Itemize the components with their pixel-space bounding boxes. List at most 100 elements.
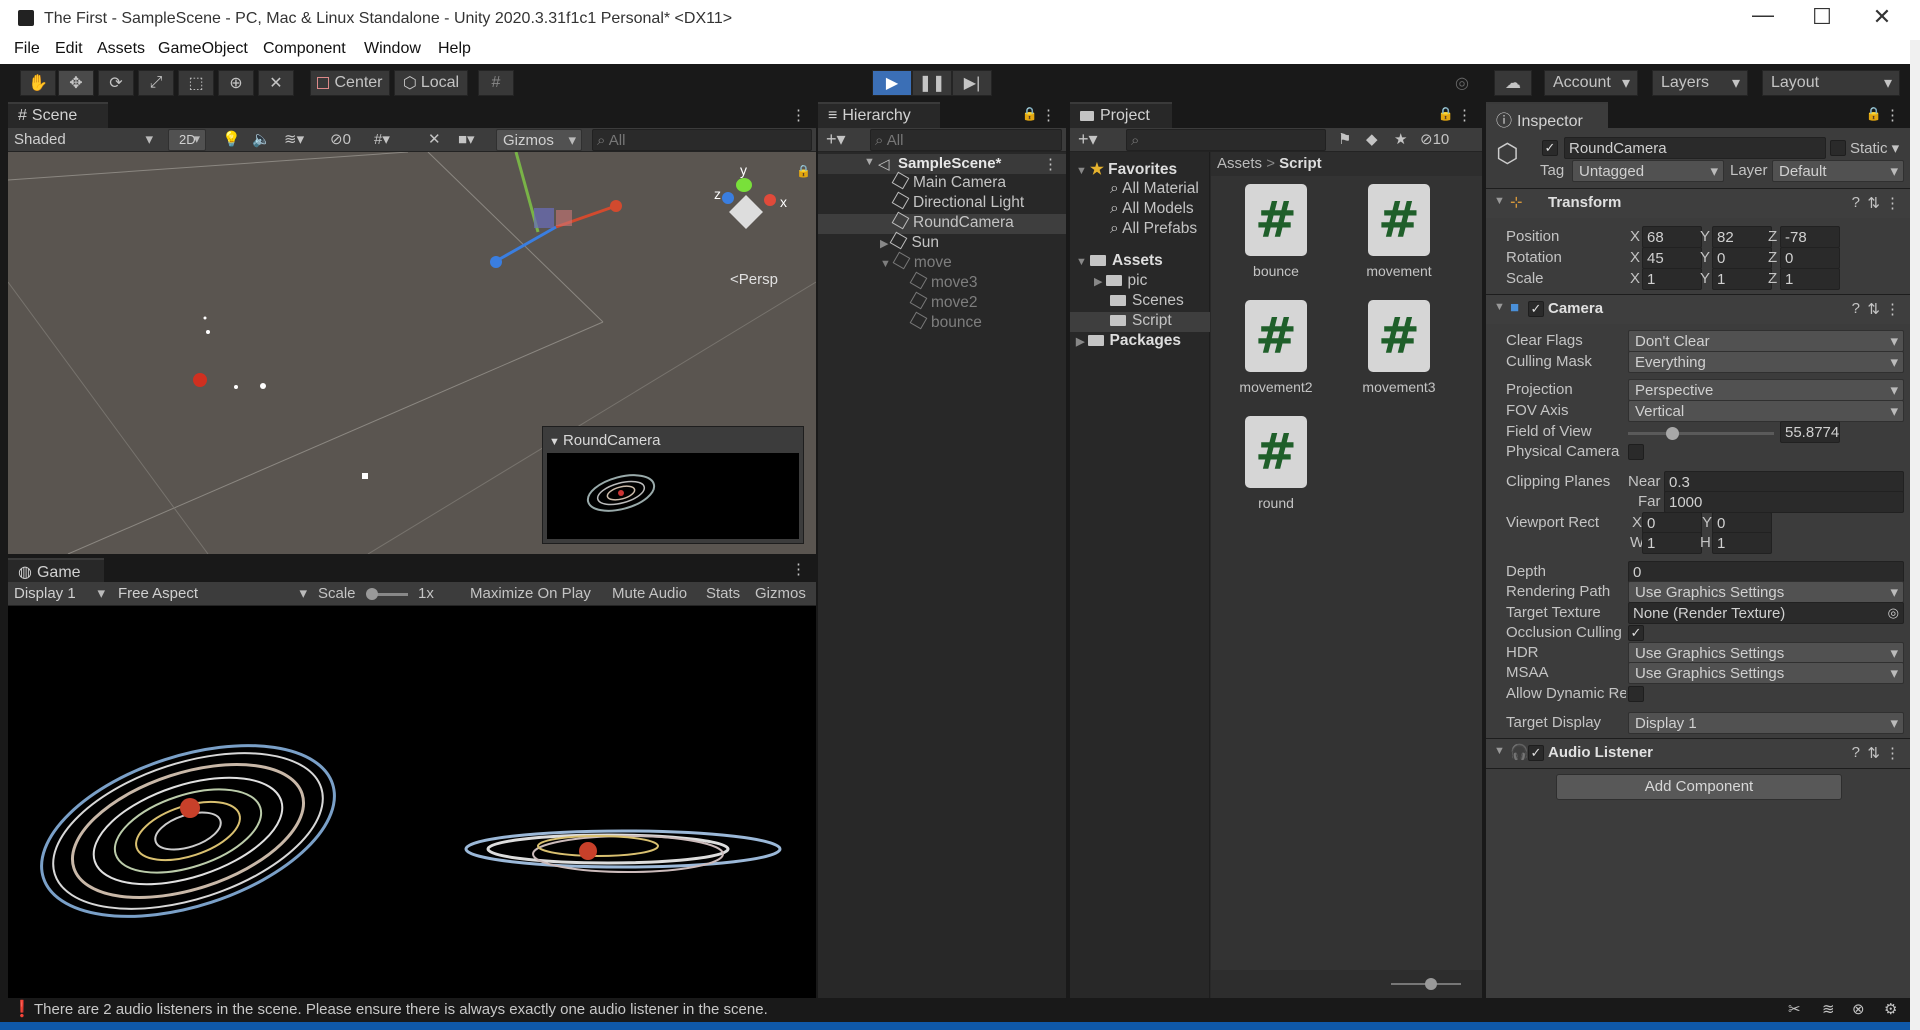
aspect-dropdown[interactable]: Free Aspect xyxy=(112,583,312,605)
shading-dropdown[interactable]: Shaded xyxy=(8,129,158,151)
menu-window[interactable]: Window xyxy=(364,40,421,58)
network-icon[interactable]: ⊗ xyxy=(1852,1000,1865,1018)
active-checkbox[interactable]: ✓ xyxy=(1542,140,1558,156)
script-file-icon[interactable]: # xyxy=(1245,184,1307,256)
transform-tool-button[interactable]: ⊕ xyxy=(218,70,254,96)
grid-snap-button[interactable]: # xyxy=(478,70,514,96)
settings-icon[interactable]: ⚙ xyxy=(1884,1000,1897,1018)
component-menu-icon[interactable]: ⋮ xyxy=(1885,300,1900,318)
filter-label-icon[interactable]: ◆ xyxy=(1366,130,1378,148)
display-dropdown[interactable]: Display 1 xyxy=(8,583,110,605)
custom-tool-button[interactable]: ✕ xyxy=(258,70,294,96)
orientation-gizmo[interactable]: y x z xyxy=(702,162,792,252)
menu-edit[interactable]: Edit xyxy=(55,40,83,58)
toggle-2d-button[interactable]: 2D xyxy=(168,129,206,151)
scale-tool-button[interactable]: ⤢ xyxy=(138,70,174,96)
msaa-dropdown[interactable]: Use Graphics Settings xyxy=(1628,662,1904,684)
status-message[interactable]: There are 2 audio listeners in the scene… xyxy=(34,1001,768,1018)
collab-button[interactable]: ◎ xyxy=(1446,70,1478,96)
hierarchy-lock-icon[interactable]: 🔒 xyxy=(1022,106,1038,122)
transform-header[interactable]: ▼ ⊹ Transform ? ⇅ ⋮ xyxy=(1486,188,1910,218)
rotate-tool-button[interactable]: ⟳ xyxy=(98,70,134,96)
close-button[interactable]: ✕ xyxy=(1857,4,1907,30)
tab-scene[interactable]: # Scene xyxy=(8,102,108,128)
menu-assets[interactable]: Assets xyxy=(97,40,145,58)
static-checkbox[interactable] xyxy=(1830,140,1846,156)
scene-search-input[interactable]: ⌕ All xyxy=(592,129,812,151)
project-menu-icon[interactable]: ⋮ xyxy=(1457,106,1472,124)
camera-icon[interactable]: ■▾ xyxy=(458,130,475,148)
project-lock-icon[interactable]: 🔒 xyxy=(1438,106,1454,122)
game-viewport[interactable] xyxy=(8,606,816,998)
rotation-z-field[interactable]: 0 xyxy=(1780,247,1840,269)
play-button[interactable]: ▶ xyxy=(872,70,912,96)
menu-component[interactable]: Component xyxy=(263,40,346,58)
menu-gameobject[interactable]: GameObject xyxy=(158,40,248,58)
add-component-button[interactable]: Add Component xyxy=(1556,774,1842,800)
camera-enabled-checkbox[interactable]: ✓ xyxy=(1528,301,1544,317)
rotation-x-field[interactable]: 45 xyxy=(1642,247,1702,269)
hierarchy-item-selected[interactable]: RoundCamera xyxy=(818,211,1066,234)
progress-icon[interactable]: ≋ xyxy=(1822,1000,1835,1018)
menu-file[interactable]: File xyxy=(14,40,40,58)
occlusion-culling-checkbox[interactable]: ✓ xyxy=(1628,625,1644,641)
tools-icon[interactable]: ✕ xyxy=(428,130,441,148)
audio-listener-header[interactable]: ▼ 🎧 ✓ Audio Listener ? ⇅ ⋮ xyxy=(1486,738,1910,768)
pause-button[interactable]: ❚❚ xyxy=(912,70,952,96)
packages-header[interactable]: ▶ Packages xyxy=(1076,332,1181,350)
audio-icon[interactable]: 🔈 xyxy=(252,130,271,148)
lighting-icon[interactable]: 💡 xyxy=(222,130,241,148)
tab-hierarchy[interactable]: ≡ Hierarchy xyxy=(818,102,940,128)
pivot-local-button[interactable]: ⬡ Local xyxy=(394,70,468,96)
layout-dropdown[interactable]: Layout ▾ xyxy=(1762,70,1900,96)
culling-mask-dropdown[interactable]: Everything xyxy=(1628,351,1904,373)
viewport-h-field[interactable]: 1 xyxy=(1712,532,1772,554)
layers-dropdown[interactable]: Layers ▾ xyxy=(1652,70,1748,96)
favorite-item[interactable]: ⌕ All Material xyxy=(1110,180,1199,198)
object-name-input[interactable]: RoundCamera xyxy=(1564,137,1826,159)
assets-header[interactable]: ▼ Assets xyxy=(1076,252,1163,270)
step-button[interactable]: ▶| xyxy=(952,70,992,96)
help-icon[interactable]: ? xyxy=(1852,194,1860,211)
help-icon[interactable]: ? xyxy=(1852,744,1860,761)
visibility-icon[interactable]: ⊘0 xyxy=(330,130,351,148)
maximize-on-play-button[interactable]: Maximize On Play xyxy=(470,585,591,602)
mute-audio-button[interactable]: Mute Audio xyxy=(612,585,687,602)
icon-size-slider[interactable] xyxy=(1391,978,1461,990)
preset-icon[interactable]: ⇅ xyxy=(1867,300,1880,318)
camera-header[interactable]: ▼ ■ ✓ Camera ? ⇅ ⋮ xyxy=(1486,294,1910,324)
position-z-field[interactable]: -78 xyxy=(1780,226,1840,248)
cloud-button[interactable]: ☁ xyxy=(1494,70,1532,96)
script-file-icon[interactable]: # xyxy=(1368,300,1430,372)
effects-icon[interactable]: ≋▾ xyxy=(284,130,304,148)
hierarchy-item[interactable]: Main Camera xyxy=(891,171,1006,192)
preset-icon[interactable]: ⇅ xyxy=(1867,194,1880,212)
favorites-header[interactable]: ▼ ★ Favorites xyxy=(1076,160,1177,179)
audio-listener-checkbox[interactable]: ✓ xyxy=(1528,745,1544,761)
minimize-button[interactable]: — xyxy=(1738,2,1788,28)
viewport-w-field[interactable]: 1 xyxy=(1642,532,1702,554)
folder-item-selected[interactable]: Script xyxy=(1070,312,1210,332)
projection-dropdown[interactable]: Perspective xyxy=(1628,379,1904,401)
hierarchy-item[interactable]: bounce xyxy=(909,311,982,332)
far-field[interactable]: 1000 xyxy=(1664,491,1904,513)
help-icon[interactable]: ? xyxy=(1852,300,1860,317)
dynamic-resolution-checkbox[interactable] xyxy=(1628,686,1644,702)
maximize-button[interactable]: ☐ xyxy=(1797,4,1847,30)
favorite-item[interactable]: ⌕ All Prefabs xyxy=(1110,220,1197,238)
object-picker-icon[interactable]: ◎ xyxy=(1888,605,1899,621)
hierarchy-search-input[interactable]: ⌕ All xyxy=(870,129,1062,151)
depth-field[interactable]: 0 xyxy=(1628,561,1904,583)
component-menu-icon[interactable]: ⋮ xyxy=(1885,194,1900,212)
debug-icon[interactable]: ✂ xyxy=(1788,1000,1801,1018)
scale-slider[interactable] xyxy=(366,588,408,600)
viewport-y-field[interactable]: 0 xyxy=(1712,512,1772,534)
hierarchy-item[interactable]: ▶ Sun xyxy=(880,231,939,252)
position-x-field[interactable]: 68 xyxy=(1642,226,1702,248)
favorite-star-icon[interactable]: ★ xyxy=(1394,130,1407,148)
scene-menu-icon[interactable]: ⋮ xyxy=(791,106,806,124)
clear-flags-dropdown[interactable]: Don't Clear xyxy=(1628,330,1904,352)
filter-type-icon[interactable]: ⚑ xyxy=(1338,130,1351,148)
fov-slider[interactable] xyxy=(1628,427,1774,440)
hierarchy-item[interactable]: move2 xyxy=(909,291,978,312)
